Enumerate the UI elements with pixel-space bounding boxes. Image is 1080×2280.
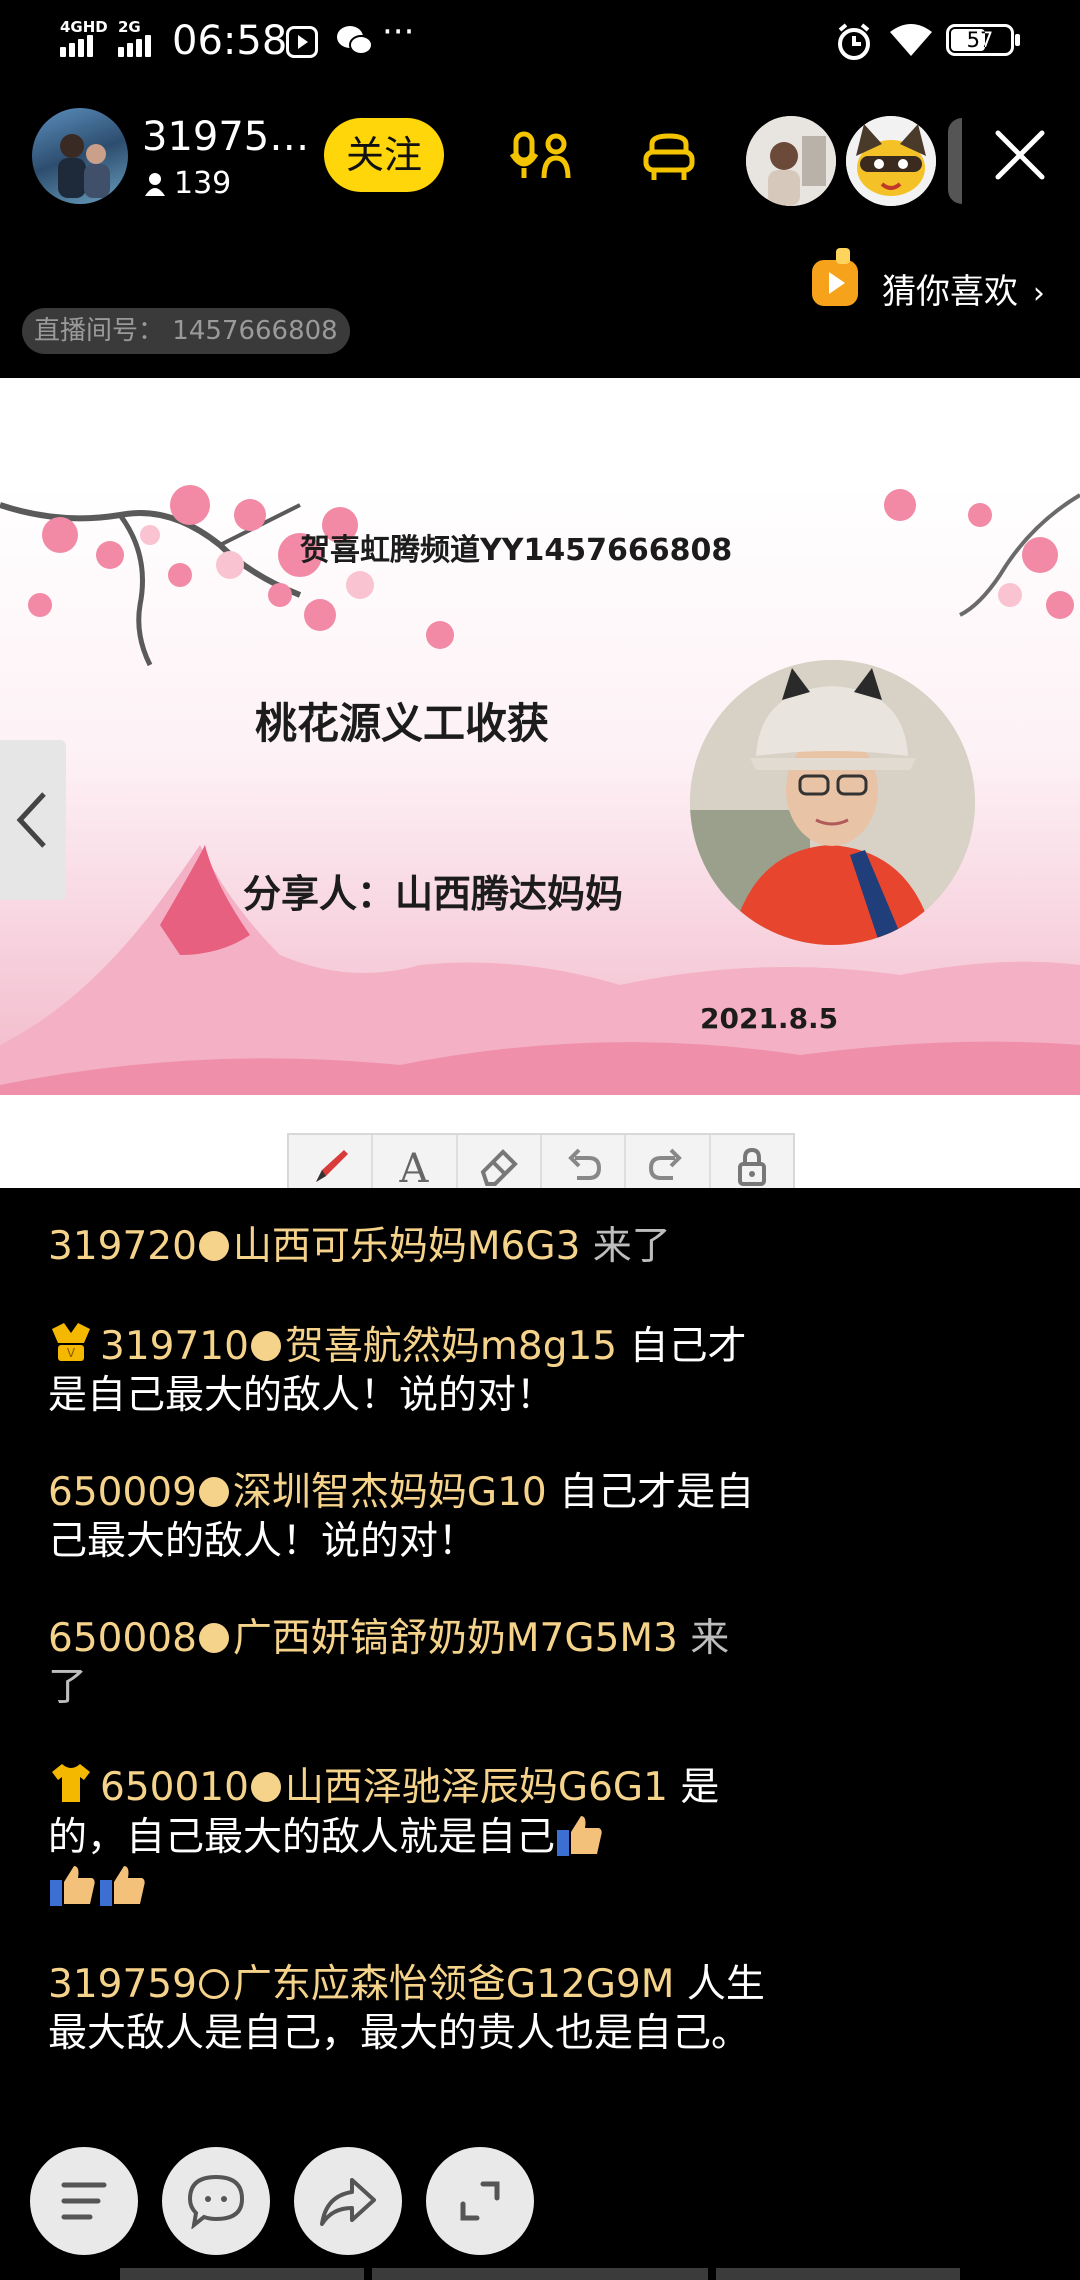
chat-user-id[interactable]: 650009	[48, 1470, 197, 1515]
gesture-bar-segment	[716, 2268, 960, 2280]
viewer-count-row: 139	[144, 166, 231, 201]
menu-button[interactable]	[30, 2147, 138, 2255]
host-avatar[interactable]	[32, 108, 128, 204]
chat-user-id[interactable]: 650008	[48, 1616, 197, 1661]
share-button[interactable]	[294, 2147, 402, 2255]
gesture-bar-segment	[120, 2268, 364, 2280]
room-id-label: 直播间号：	[34, 316, 165, 346]
chat-nickname[interactable]: 山西泽驰泽辰妈G6G1	[285, 1765, 668, 1810]
presentation-slide: 贺喜虹腾频道YY1457666808 桃花源义工收获 分享人：山西腾达妈妈 20…	[0, 485, 1080, 1095]
wifi-icon	[888, 22, 934, 62]
share-icon	[320, 2178, 376, 2226]
more-notifications-icon: ···	[382, 12, 415, 52]
person-icon	[145, 172, 165, 196]
pen-icon	[316, 1150, 349, 1182]
chat-button[interactable]	[162, 2147, 270, 2255]
chat-message: 650009 深圳智杰妈妈G10 自己才是自己最大的敌人！说的对！	[48, 1468, 768, 1566]
slide-channel: 贺喜虹腾频道YY1457666808	[300, 533, 733, 568]
network-type-2: 2G	[118, 18, 141, 36]
text-icon: A	[399, 1146, 430, 1188]
chat-nickname[interactable]: 贺喜航然妈m8g15	[285, 1324, 617, 1369]
lock-icon	[737, 1147, 766, 1186]
host-name[interactable]: 31975…	[142, 114, 309, 160]
chat-message: 319759 广东应森怡领爸G12G9M 人生最大敌人是自己，最大的贵人也是自己。	[48, 1960, 768, 2078]
redo-icon	[649, 1148, 683, 1180]
undo-tool[interactable]	[542, 1135, 627, 1188]
wechat-icon	[336, 24, 374, 62]
level-dot-icon	[198, 1231, 229, 1261]
level-dot-icon	[198, 1623, 229, 1653]
level-dot-icon	[198, 1969, 229, 1999]
chat-nickname[interactable]: 广东应森怡领爸G12G9M	[233, 1962, 675, 2007]
room-id-badge: 直播间号： 1457666808	[22, 308, 350, 354]
fullscreen-icon	[460, 2181, 500, 2221]
close-icon[interactable]	[990, 125, 1050, 185]
slide-date: 2021.8.5	[700, 1002, 839, 1035]
level-dot-icon	[250, 1772, 281, 1802]
video-app-icon	[286, 26, 318, 58]
recommend-label: 猜你喜欢	[882, 272, 1018, 312]
slide-sharer: 分享人：山西腾达妈妈	[243, 872, 624, 916]
svg-text:V: V	[67, 1346, 76, 1360]
undo-icon	[568, 1148, 602, 1180]
chat-nickname[interactable]: 山西可乐妈妈M6G3	[233, 1224, 581, 1269]
slide-title: 桃花源义工收获	[255, 699, 550, 748]
viewer-avatar-3-partial[interactable]	[948, 118, 962, 204]
whiteboard-toolbar: A	[287, 1133, 795, 1188]
chat-nickname[interactable]: 广西妍镐舒奶奶M7G5M3	[233, 1616, 678, 1661]
fullscreen-button[interactable]	[426, 2147, 534, 2255]
viewer-avatar-1[interactable]	[746, 116, 836, 206]
lock-tool[interactable]	[711, 1135, 793, 1188]
text-tool[interactable]: A	[373, 1135, 458, 1188]
eraser-icon	[480, 1149, 518, 1186]
gesture-bar-segment	[372, 2268, 708, 2280]
battery-tip	[1015, 34, 1020, 46]
level-dot-icon	[250, 1331, 281, 1361]
follow-button[interactable]: 关注	[324, 118, 444, 192]
room-id-value: 1457666808	[172, 316, 338, 346]
viewer-avatar-2[interactable]	[846, 116, 936, 206]
shirt-badge-icon	[52, 1764, 90, 1802]
thumbs-up-icon	[557, 1816, 602, 1856]
alarm-icon	[834, 22, 874, 66]
battery-icon: 57	[946, 24, 1014, 56]
chevron-left-icon	[16, 792, 46, 848]
recommend-icon[interactable]	[810, 248, 860, 308]
eraser-tool[interactable]	[458, 1135, 542, 1188]
chat-user-id[interactable]: 319720	[48, 1224, 197, 1269]
status-bar: 4GHD 2G 06:58 ··· 57	[0, 0, 1080, 80]
level-dot-icon	[198, 1477, 229, 1507]
seat-icon[interactable]	[642, 132, 696, 186]
signal-icon-2	[118, 35, 154, 61]
battery-level: 57	[966, 28, 994, 52]
clock: 06:58	[172, 18, 288, 64]
chat-bubble-icon	[187, 2174, 245, 2229]
recommend-link[interactable]: 猜你喜欢 ›	[882, 264, 1045, 313]
thumbs-up-icon	[50, 1866, 95, 1906]
menu-icon	[61, 2182, 107, 2220]
chat-message: 650010 山西泽驰泽辰妈G6G1 是的，自己最大的敌人就是自己	[48, 1760, 768, 1912]
chat-list: 319720 山西可乐妈妈M6G3 来了 V 319710 贺喜航然妈m8g15 自己…	[48, 1222, 768, 2078]
chat-user-id[interactable]: 650010	[100, 1765, 249, 1810]
crown-badge-icon: V	[52, 1323, 90, 1361]
redo-tool[interactable]	[626, 1135, 711, 1188]
previous-slide-button[interactable]	[0, 740, 66, 900]
chat-message: 650008 广西妍镐舒奶奶M7G5M3 来了	[48, 1614, 768, 1712]
pen-tool[interactable]	[289, 1135, 374, 1188]
chat-user-id[interactable]: 319759	[48, 1962, 197, 2007]
signal-icon-1	[60, 35, 96, 61]
network-type-1: 4GHD	[60, 18, 108, 36]
chevron-right-icon: ›	[1032, 276, 1045, 311]
chat-message: V 319710 贺喜航然妈m8g15 自己才是自己最大的敌人！说的对！	[48, 1319, 768, 1420]
svg-text:A: A	[399, 1146, 430, 1188]
chat-nickname[interactable]: 深圳智杰妈妈G10	[233, 1470, 547, 1515]
live-stage: 贺喜虹腾频道YY1457666808 桃花源义工收获 分享人：山西腾达妈妈 20…	[0, 378, 1080, 1188]
chat-message: 319720 山西可乐妈妈M6G3 来了	[48, 1222, 768, 1271]
chat-action: 来了	[592, 1224, 671, 1269]
mic-connect-icon[interactable]	[509, 130, 572, 186]
sharer-photo	[690, 660, 975, 945]
thumbs-up-icon	[100, 1866, 145, 1906]
viewer-count: 139	[174, 166, 232, 201]
chat-user-id[interactable]: 319710	[100, 1324, 249, 1369]
